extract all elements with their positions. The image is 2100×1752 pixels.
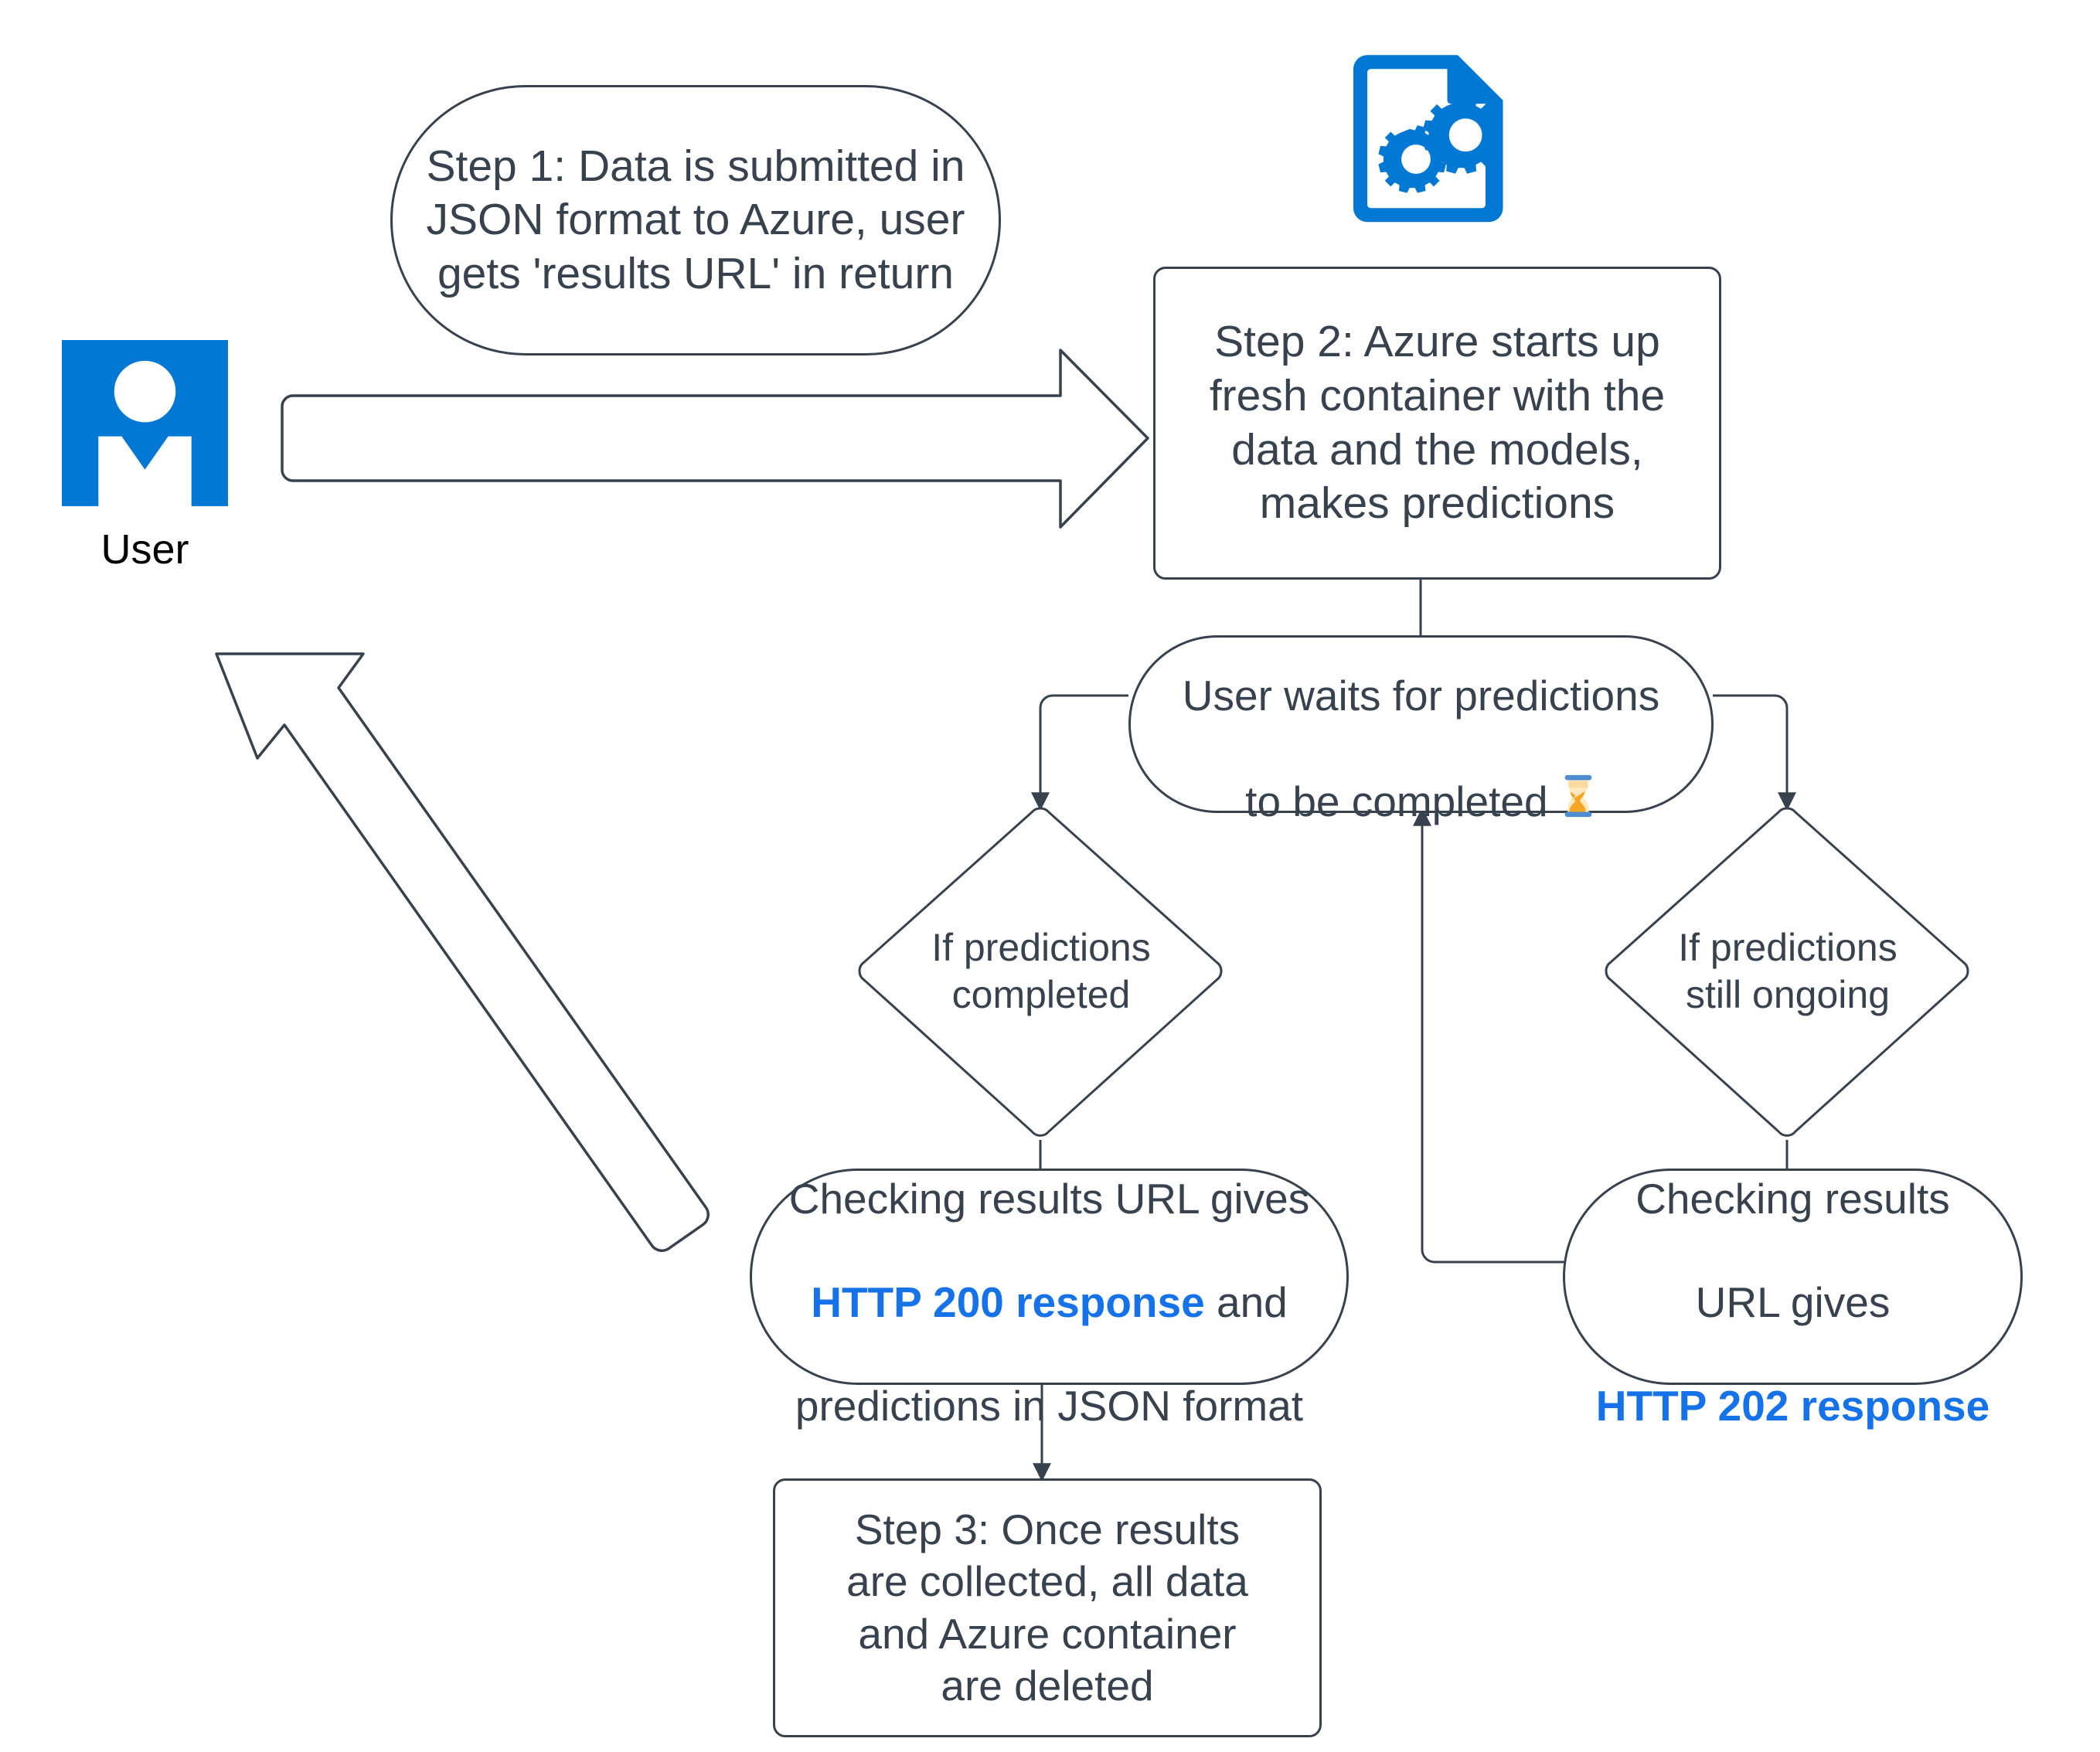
block-arrow-user-to-step2 bbox=[281, 349, 1149, 529]
decision-completed-node[interactable]: If predictions completed bbox=[864, 808, 1218, 1135]
user-actor: User bbox=[62, 340, 228, 573]
decision-ongoing-text: If predictions still ongoing bbox=[1678, 926, 1897, 1016]
step1-node[interactable]: Step 1: Data is submitted in JSON format… bbox=[390, 85, 1001, 356]
hourglass-icon bbox=[1560, 774, 1597, 830]
step2-text: Step 2: Azure starts up fresh container … bbox=[1209, 317, 1666, 529]
decision-ongoing-node[interactable]: If predictions still ongoing bbox=[1611, 808, 1965, 1135]
wait-text: User waits for predictions to be complet… bbox=[1162, 618, 1680, 830]
arrow-202-back-to-wait bbox=[1413, 807, 1596, 1264]
decision-completed-text: If predictions completed bbox=[931, 926, 1151, 1016]
http-200-badge: HTTP 200 response bbox=[811, 1278, 1205, 1326]
result-202-line2: URL gives bbox=[1695, 1278, 1891, 1326]
result-200-line1: Checking results URL gives bbox=[788, 1174, 1310, 1223]
step3-node[interactable]: Step 3: Once results are collected, all … bbox=[773, 1478, 1322, 1737]
document-gears-icon bbox=[1353, 55, 1503, 223]
result-202-line1: Checking results bbox=[1635, 1174, 1950, 1223]
step3-text: Step 3: Once results are collected, all … bbox=[846, 1505, 1248, 1709]
arrow-wait-to-ongoing bbox=[1713, 694, 1796, 811]
result-202-node[interactable]: Checking results URL gives HTTP 202 resp… bbox=[1563, 1169, 2023, 1430]
arrow-wait-to-completed bbox=[1031, 694, 1128, 811]
step1-text: Step 1: Data is submitted in JSON format… bbox=[426, 141, 965, 298]
wait-line1: User waits for predictions bbox=[1182, 671, 1660, 720]
result-200-line3: predictions in JSON format bbox=[795, 1382, 1304, 1431]
result-200-text: Checking results URL gives HTTP 200 resp… bbox=[769, 1121, 1330, 1433]
user-icon bbox=[62, 340, 228, 506]
azure-document-icon-wrap bbox=[1346, 48, 1520, 226]
step2-node[interactable]: Step 2: Azure starts up fresh container … bbox=[1153, 267, 1721, 580]
http-202-badge: HTTP 202 response bbox=[1595, 1382, 1990, 1431]
block-arrow-results-to-user bbox=[215, 652, 710, 1252]
result-200-node[interactable]: Checking results URL gives HTTP 200 resp… bbox=[750, 1169, 1349, 1430]
diagram-canvas: User Step 1: Data is submitted in JSON f… bbox=[0, 0, 2100, 1752]
result-200-line2-tail: and bbox=[1204, 1278, 1288, 1326]
wait-line2: to be completed bbox=[1245, 777, 1560, 825]
hourglass-glyph bbox=[1564, 775, 1592, 818]
user-label: User bbox=[100, 526, 189, 573]
result-202-text: Checking results URL gives HTTP 202 resp… bbox=[1576, 1121, 2010, 1433]
wait-node[interactable]: User waits for predictions to be complet… bbox=[1128, 635, 1714, 825]
